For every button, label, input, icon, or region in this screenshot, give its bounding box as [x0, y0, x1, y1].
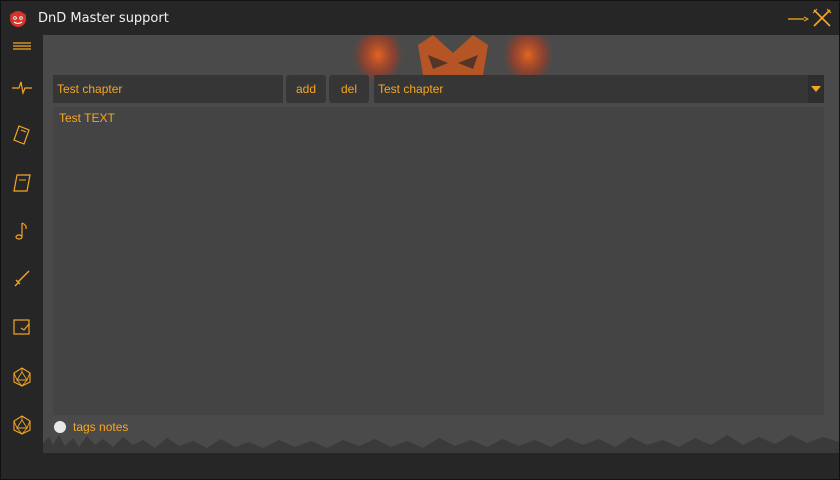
grass-decoration	[43, 435, 839, 453]
music-note-icon[interactable]	[10, 219, 34, 243]
chevron-down-icon[interactable]	[808, 75, 824, 103]
tags-notes-label: tags notes	[73, 420, 129, 434]
tags-notes-option[interactable]: tags notes	[54, 419, 128, 435]
chapter-select-value: Test chapter	[378, 82, 444, 96]
pulse-icon[interactable]	[10, 75, 34, 99]
title-bar[interactable]: DnD Master support	[1, 1, 839, 35]
d20-icon[interactable]	[10, 413, 34, 437]
chapter-name-input[interactable]	[53, 75, 283, 103]
demon-mask-icon	[8, 8, 28, 28]
minimize-icon[interactable]	[787, 9, 810, 27]
notebook-icon[interactable]	[10, 123, 34, 147]
delete-button[interactable]: del	[329, 75, 369, 103]
close-icon[interactable]	[811, 7, 833, 29]
main-panel: add del Test chapter Test TEXT tags note…	[43, 35, 839, 453]
edit-box-icon[interactable]	[10, 315, 34, 339]
app-window: DnD Master support Test chapter add del …	[0, 0, 840, 480]
add-button[interactable]: add	[286, 75, 326, 103]
chapter-text-area[interactable]: Test TEXT	[53, 107, 824, 415]
sidebar	[1, 35, 43, 479]
d20-icon[interactable]	[10, 365, 34, 389]
menu-icon[interactable]	[10, 35, 34, 59]
window-title: DnD Master support	[38, 11, 169, 26]
status-bar	[43, 453, 839, 479]
tags-notes-radio[interactable]	[54, 421, 66, 433]
sword-icon[interactable]	[10, 267, 34, 291]
scroll-icon[interactable]	[10, 171, 34, 195]
chapter-select[interactable]: Test chapter	[374, 75, 824, 103]
